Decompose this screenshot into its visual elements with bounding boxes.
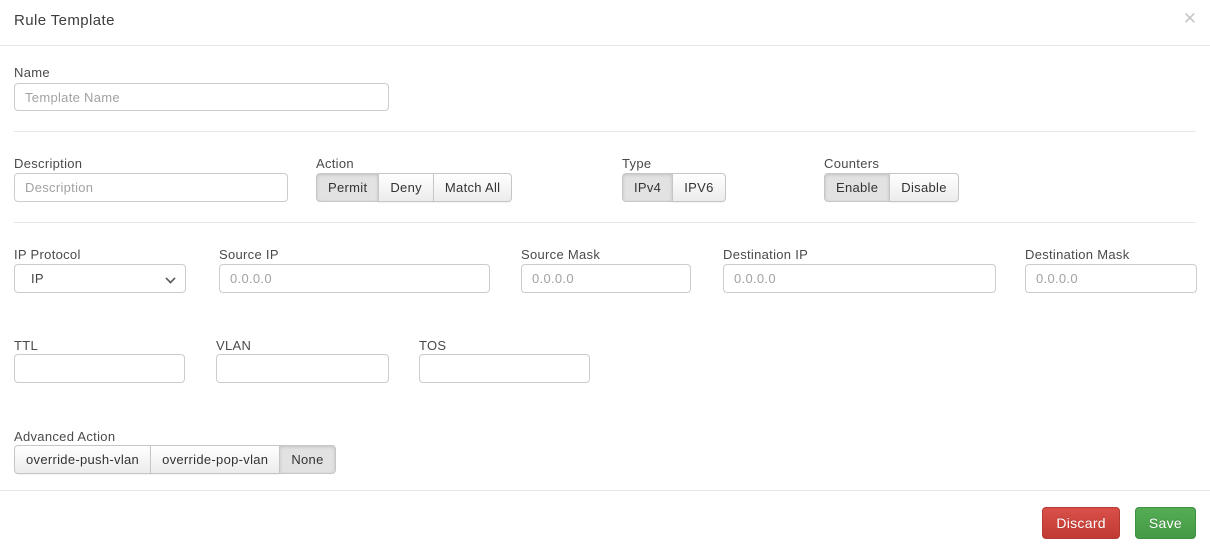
ip-protocol-label: IP Protocol [14,247,81,262]
description-label: Description [14,156,82,171]
modal-footer: Discard Save [0,507,1210,539]
ip-protocol-select-wrap: IP [14,264,186,293]
divider [14,222,1196,223]
type-ipv6-button[interactable]: IPV6 [672,173,725,202]
discard-button[interactable]: Discard [1042,507,1120,539]
divider [0,45,1210,46]
action-deny-button[interactable]: Deny [378,173,434,202]
rule-template-modal: Rule Template ✕ Name Description Action … [0,0,1210,554]
action-label: Action [316,156,354,171]
name-input[interactable] [14,83,389,111]
advanced-action-toggle-group: override-push-vlan override-pop-vlan Non… [14,445,336,474]
advanced-none-button[interactable]: None [279,445,335,474]
tos-label: TOS [419,338,446,353]
ttl-input[interactable] [14,354,185,383]
destination-ip-label: Destination IP [723,247,808,262]
action-toggle-group: Permit Deny Match All [316,173,512,202]
advanced-override-push-vlan-button[interactable]: override-push-vlan [14,445,151,474]
source-mask-input[interactable] [521,264,691,293]
advanced-action-label: Advanced Action [14,429,115,444]
source-ip-label: Source IP [219,247,279,262]
advanced-override-pop-vlan-button[interactable]: override-pop-vlan [150,445,280,474]
divider [0,490,1210,491]
ip-protocol-select[interactable]: IP [14,264,186,293]
name-label: Name [14,65,50,80]
vlan-label: VLAN [216,338,251,353]
counters-enable-button[interactable]: Enable [824,173,890,202]
action-permit-button[interactable]: Permit [316,173,379,202]
counters-toggle-group: Enable Disable [824,173,959,202]
destination-mask-label: Destination Mask [1025,247,1130,262]
divider [14,131,1196,132]
counters-label: Counters [824,156,879,171]
counters-disable-button[interactable]: Disable [889,173,958,202]
close-icon[interactable]: ✕ [1183,10,1197,27]
vlan-input[interactable] [216,354,389,383]
type-label: Type [622,156,651,171]
action-match-all-button[interactable]: Match All [433,173,512,202]
tos-input[interactable] [419,354,590,383]
destination-ip-input[interactable] [723,264,996,293]
type-ipv4-button[interactable]: IPv4 [622,173,673,202]
modal-title: Rule Template [14,12,115,29]
type-toggle-group: IPv4 IPV6 [622,173,726,202]
source-ip-input[interactable] [219,264,490,293]
ttl-label: TTL [14,338,38,353]
save-button[interactable]: Save [1135,507,1196,539]
description-input[interactable] [14,173,288,202]
destination-mask-input[interactable] [1025,264,1197,293]
source-mask-label: Source Mask [521,247,600,262]
